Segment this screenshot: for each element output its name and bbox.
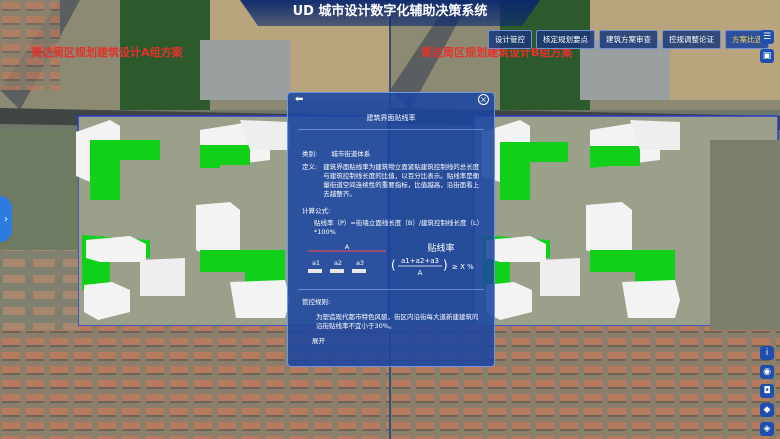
segment-a3 xyxy=(352,269,366,273)
verify-planning-points-button[interactable]: 核定规划要点 xyxy=(536,30,595,49)
formula-denominator: A xyxy=(418,269,423,277)
formula-section: 计算公式: 贴线率（P）=街墙立面线长度（B）/建筑控制线长度（L）*100% xyxy=(288,207,494,237)
formula-rate-label: 贴线率 xyxy=(427,242,454,254)
compass-icon[interactable]: ◆ xyxy=(760,403,774,417)
category-label: 类别: xyxy=(302,150,318,158)
building-scheme-review-button[interactable]: 建筑方案审查 xyxy=(599,30,658,49)
control-label: 管控规则: xyxy=(302,298,331,306)
segment-a2 xyxy=(330,269,344,273)
info-icon[interactable]: i xyxy=(760,346,774,360)
formula-diagram: A a1 a2 a3 贴线率 ( a1+a2+a3 A ) ≥ X % xyxy=(308,242,474,277)
fullscreen-icon[interactable]: ◈ xyxy=(760,422,774,436)
svg-text:): ) xyxy=(443,258,448,272)
formula-part-a2: a2 xyxy=(334,259,342,267)
chevron-right-icon: › xyxy=(4,213,8,225)
regulatory-adjustment-button[interactable]: 控规调整论证 xyxy=(662,30,721,49)
formula-part-a3: a3 xyxy=(356,259,364,267)
formula-part-a1: a1 xyxy=(312,259,320,267)
definition-label: 定义: xyxy=(302,163,318,171)
control-section: 管控规则: 为塑造现代都市特色风貌，街区内沿街每大道新建建筑的沿街贴线率不宜小于… xyxy=(288,298,494,331)
formula-var-a: A xyxy=(345,243,350,251)
formula-condition: ≥ X % xyxy=(452,263,474,271)
svg-text:(: ( xyxy=(391,258,396,272)
close-circle-icon[interactable]: × xyxy=(478,94,489,105)
location-icon[interactable]: ◉ xyxy=(760,365,774,379)
definition-row: 定义: 建筑界面贴线率为建筑物立面紧贴建筑控制线的总长度与建筑控制线长度的比值，… xyxy=(288,163,494,199)
panel-title: 建筑界面贴线率 xyxy=(366,114,416,122)
app-title: UD 城市设计数字化辅助决策系统 xyxy=(240,0,540,26)
list-icon[interactable]: ☰ xyxy=(760,30,774,44)
camera-icon[interactable]: ◘ xyxy=(760,384,774,398)
panel-divider-2 xyxy=(298,289,484,290)
category-value: 城市街道体系 xyxy=(331,150,371,158)
indicator-detail-panel: ⬅ × 建筑界面贴线率 类别: 城市街道体系 定义: 建筑界面贴线率为建筑物立面… xyxy=(287,92,495,367)
definition-text: 建筑界面贴线率为建筑物立面紧贴建筑控制线的总长度与建筑控制线长度的比值，以百分比… xyxy=(323,163,480,198)
formula-line: 贴线率（P）=街墙立面线长度（B）/建筑控制线长度（L）*100% xyxy=(314,219,480,236)
category-row: 类别: 城市街道体系 xyxy=(288,150,494,159)
top-toolbar: 设计管控 核定规划要点 建筑方案审查 控规调整论证 方案比选 xyxy=(488,30,769,49)
side-panel-toggle[interactable]: › xyxy=(0,196,12,242)
back-arrow-icon[interactable]: ⬅ xyxy=(295,94,303,105)
right-bottom-tools: i ◉ ◘ ◆ ◈ xyxy=(760,346,774,436)
layers-icon[interactable]: ▣ xyxy=(760,49,774,63)
left-scheme-label: 黄达周区规划建筑设计A组方案 xyxy=(31,46,183,59)
expand-link[interactable]: 展开 xyxy=(288,335,494,345)
control-text: 为塑造现代都市特色风貌，街区内沿街每大道新建建筑的沿街贴线率不宜小于30%。 xyxy=(316,313,479,330)
segment-a1 xyxy=(308,269,322,273)
formula-label: 计算公式: xyxy=(302,207,331,215)
right-top-tools: ☰ ▣ xyxy=(760,30,774,63)
formula-numerator: a1+a2+a3 xyxy=(401,257,439,265)
design-control-button[interactable]: 设计管控 xyxy=(488,30,532,49)
panel-divider xyxy=(298,129,484,130)
